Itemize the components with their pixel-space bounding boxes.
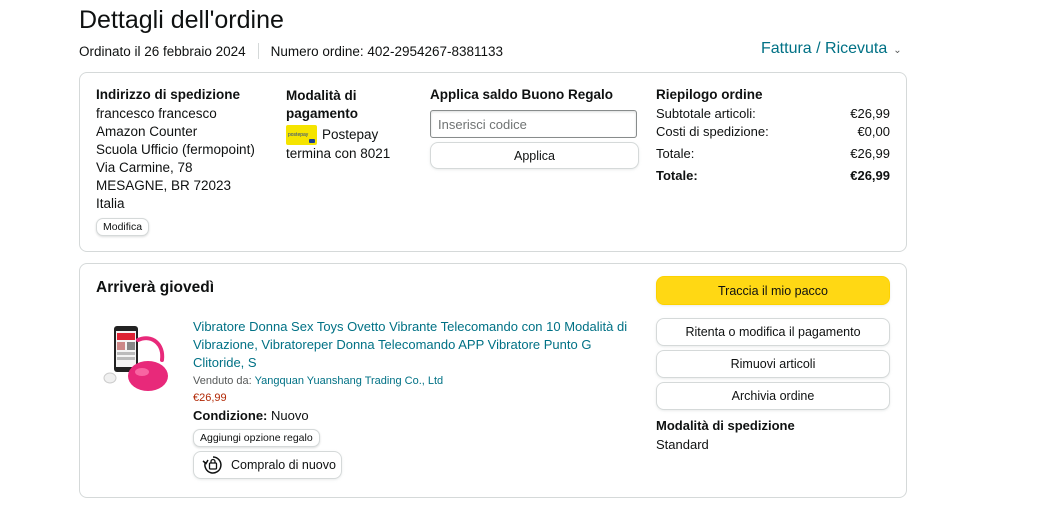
apply-gift-button[interactable]: Applica (430, 142, 639, 169)
gift-card-section: Applica saldo Buono Regalo Inserisci cod… (430, 87, 639, 169)
delivery-heading: Arriverà giovedì (96, 279, 215, 296)
condition-label: Condizione: (193, 408, 268, 423)
gift-code-input[interactable]: Inserisci codice (430, 110, 637, 138)
gift-code-placeholder: Inserisci codice (438, 116, 527, 132)
payment-card-ending: termina con 8021 (286, 146, 391, 161)
buy-again-icon (202, 456, 222, 474)
remove-items-button[interactable]: Rimuovi articoli (656, 350, 890, 378)
order-info-card: Indirizzo di spedizione francesco france… (79, 72, 907, 252)
payment-card-row: postepay Postepay (286, 125, 411, 145)
shipping-address-lines: francesco francesco Amazon Counter Scuol… (96, 105, 276, 213)
invoice-dropdown[interactable]: Fattura / Ricevuta ⌄ (761, 40, 902, 58)
postepay-card-icon: postepay (286, 125, 317, 145)
sold-by-label: Venduto da: (193, 375, 252, 387)
payment-heading-line: Modalità di (286, 88, 357, 103)
page-title: Dettagli dell'ordine (79, 6, 284, 34)
chevron-down-icon: ⌄ (893, 44, 902, 56)
buy-again-label: Compralo di nuovo (231, 458, 336, 472)
summary-row-subtotal: Subtotale articoli: €26,99 (656, 106, 890, 121)
summary-row-shipping: Costi di spedizione: €0,00 (656, 124, 890, 139)
order-number: Numero ordine: 402-2954267-8381133 (270, 43, 504, 59)
product-price: €26,99 (193, 392, 227, 404)
address-line: Scuola Ufficio (fermopoint) (96, 142, 255, 157)
product-thumbnail[interactable] (102, 324, 182, 399)
summary-row-grand-total: Totale: €26,99 (656, 168, 890, 183)
address-line: Via Carmine, 78 (96, 160, 193, 175)
seller-link[interactable]: Yangquan Yuanshang Trading Co., Ltd (255, 375, 444, 387)
product-image-icon (103, 326, 168, 391)
address-line: Amazon Counter (96, 124, 198, 139)
shipping-method-section: Modalità di spedizione Standard (656, 418, 795, 454)
address-line: francesco francesco (96, 106, 217, 121)
meta-divider (257, 43, 259, 59)
order-meta: Ordinato il 26 febbraio 2024 Numero ordi… (79, 43, 503, 59)
sold-by-row: Venduto da: Yangquan Yuanshang Trading C… (193, 375, 633, 387)
shipping-address-section: Indirizzo di spedizione francesco france… (96, 87, 276, 236)
condition-row: Condizione: Nuovo (193, 408, 633, 423)
shipment-card: Arriverà giovedì Vibratore Donna Sex Toy… (79, 263, 907, 498)
order-summary-heading: Riepilogo ordine (656, 87, 763, 102)
address-line: Italia (96, 196, 125, 211)
gift-card-heading: Applica saldo Buono Regalo (430, 87, 614, 102)
order-summary-section: Riepilogo ordine Subtotale articoli: €26… (656, 87, 890, 185)
retry-payment-button[interactable]: Ritenta o modifica il pagamento (656, 318, 890, 346)
invoice-link-label: Fattura / Ricevuta (761, 40, 888, 57)
condition-value: Nuovo (271, 408, 309, 423)
payment-card-name: Postepay (322, 127, 379, 142)
product-details: Vibratore Donna Sex Toys Ovetto Vibrante… (193, 318, 633, 479)
archive-order-button[interactable]: Archivia ordine (656, 382, 890, 410)
payment-section: Modalità di pagamento postepay Postepay … (286, 87, 411, 163)
add-gift-option-button[interactable]: Aggiungi opzione regalo (193, 429, 320, 447)
shipping-address-heading: Indirizzo di spedizione (96, 87, 241, 102)
order-date: Ordinato il 26 febbraio 2024 (79, 43, 246, 59)
address-line: MESAGNE, BR 72023 (96, 178, 232, 193)
track-package-button[interactable]: Traccia il mio pacco (656, 276, 890, 305)
shipping-method-heading: Modalità di spedizione (656, 418, 795, 433)
summary-row-total: Totale: €26,99 (656, 146, 890, 161)
product-title-link[interactable]: Vibratore Donna Sex Toys Ovetto Vibrante… (193, 318, 633, 372)
edit-address-button[interactable]: Modifica (96, 218, 150, 236)
shipping-method-value: Standard (656, 437, 709, 452)
payment-heading-line: pagamento (286, 106, 359, 121)
buy-again-button[interactable]: Compralo di nuovo (193, 451, 342, 479)
payment-heading: Modalità di pagamento (286, 87, 411, 123)
